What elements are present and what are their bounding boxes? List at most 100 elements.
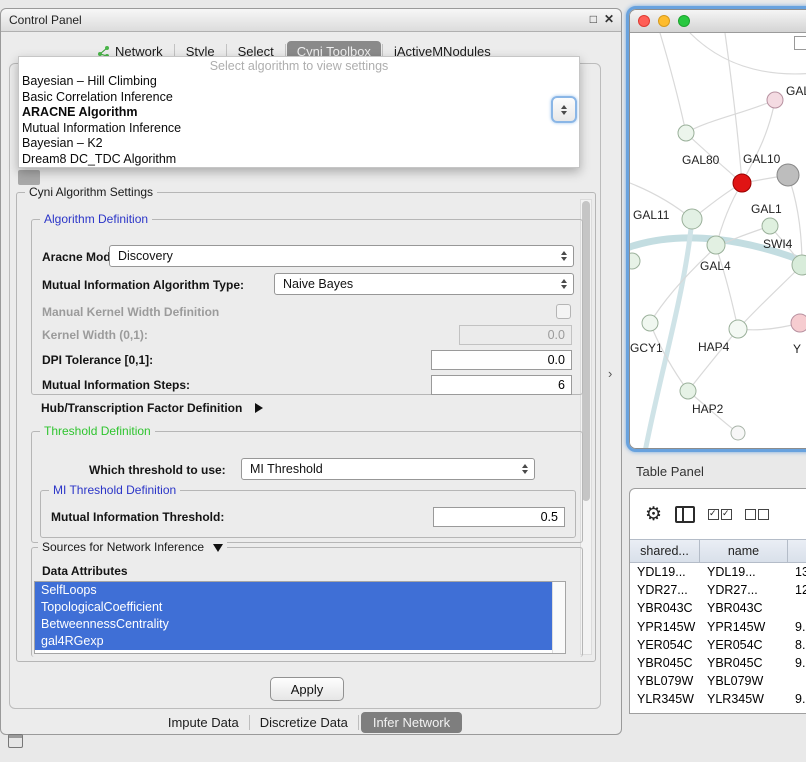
float-window-icon[interactable]: □ <box>590 12 597 26</box>
popup-option-highlighted[interactable]: ARACNE Algorithm <box>19 105 579 121</box>
sources-group: Sources for Network Inference Data Attri… <box>31 547 583 657</box>
screen: Control Panel □ ✕ Network Style <box>0 0 806 762</box>
column-header-shared-name[interactable]: shared... <box>630 540 700 562</box>
table-row[interactable]: YBL079W YBL079W <box>630 672 806 690</box>
network-canvas[interactable]: GAL GAL80 GAL10 GAL11 GAL1 SWI4 GAL4 GCY… <box>630 33 806 448</box>
algorithm-dropdown-popup: Select algorithm to view settings Bayesi… <box>18 56 580 168</box>
cell: 9. <box>788 620 806 634</box>
mi-steps-field[interactable]: 6 <box>431 375 572 395</box>
cell: YBR043C <box>700 601 788 615</box>
zoom-traffic-light[interactable] <box>678 15 690 27</box>
cell: 9. <box>788 656 806 670</box>
cell: YBR043C <box>630 601 700 615</box>
node-gal11[interactable] <box>682 209 702 229</box>
table-row[interactable]: YDL19... YDL19... 13 <box>630 563 806 581</box>
node-hap4[interactable] <box>729 320 747 338</box>
combo-value: Discovery <box>118 249 173 263</box>
table-row[interactable]: YER054C YER054C 8. <box>630 636 806 654</box>
cell: YBL079W <box>630 674 700 688</box>
cell: YPR145W <box>630 620 700 634</box>
table-row[interactable]: YLR345W YLR345W 9. <box>630 690 806 708</box>
table-row[interactable]: YBR043C YBR043C <box>630 599 806 617</box>
gear-icon[interactable]: ⚙ <box>645 505 662 524</box>
minimize-traffic-light[interactable] <box>658 15 670 27</box>
cell: YPR145W <box>700 620 788 634</box>
node-label: GAL <box>786 84 806 98</box>
control-panel-titlebar[interactable]: Control Panel □ ✕ <box>1 9 621 32</box>
kernel-width-field[interactable]: 0.0 <box>459 325 572 345</box>
table-row[interactable]: YBR045C YBR045C 9. <box>630 654 806 672</box>
network-window-titlebar[interactable] <box>630 10 806 33</box>
node-label: GAL1 <box>751 202 782 216</box>
birdseye-toggle[interactable] <box>794 36 806 50</box>
network-graph[interactable]: GAL GAL80 GAL10 GAL11 GAL1 SWI4 GAL4 GCY… <box>630 33 806 448</box>
tab-impute-data[interactable]: Impute Data <box>160 712 247 733</box>
table-row[interactable]: YIL052C YIL052C <box>630 709 806 715</box>
sources-toggle[interactable]: Sources for Network Inference <box>38 540 227 554</box>
node-pink[interactable] <box>767 92 783 108</box>
manual-kernel-checkbox[interactable] <box>556 304 571 319</box>
collapse-arrow-icon <box>213 544 223 552</box>
cell: YDR27... <box>630 583 700 597</box>
node-label: SWI4 <box>763 237 793 251</box>
close-traffic-light[interactable] <box>638 15 650 27</box>
edge-band <box>644 219 692 448</box>
list-item[interactable]: gal4RGexp <box>35 633 552 650</box>
mi-threshold-field[interactable]: 0.5 <box>433 507 565 527</box>
aracne-mode-select[interactable]: Discovery <box>109 245 574 267</box>
cell: YBR045C <box>700 656 788 670</box>
close-icon[interactable]: ✕ <box>604 12 614 26</box>
data-attributes-list[interactable]: SelfLoops TopologicalCoefficient Between… <box>34 581 566 654</box>
field-value: 0.0 <box>548 328 565 342</box>
hub-definition-toggle[interactable]: Hub/Transcription Factor Definition <box>41 399 263 417</box>
popup-placeholder[interactable]: Select algorithm to view settings <box>19 59 579 74</box>
popup-option[interactable]: Bayesian – Hill Climbing <box>19 74 579 90</box>
which-threshold-select[interactable]: MI Threshold <box>241 458 535 480</box>
node-gal10-red[interactable] <box>733 174 751 192</box>
dpi-tolerance-field[interactable]: 0.0 <box>431 350 572 370</box>
cell: 8. <box>788 638 806 652</box>
minimized-window-icon[interactable] <box>8 734 23 748</box>
node-gray[interactable] <box>777 164 799 186</box>
columns-icon[interactable] <box>675 506 695 523</box>
node-gal80[interactable] <box>678 125 694 141</box>
list-item[interactable]: SelfLoops <box>35 582 552 599</box>
scrollbar-thumb[interactable] <box>582 201 590 501</box>
column-header-partial[interactable] <box>788 540 806 562</box>
table-header-row: shared... name <box>630 539 806 563</box>
node-pink-right[interactable] <box>791 314 806 332</box>
expand-arrow-icon <box>255 403 263 413</box>
tab-infer-network[interactable]: Infer Network <box>361 712 462 733</box>
mi-type-select[interactable]: Naive Bayes <box>274 273 574 295</box>
node-gal4[interactable] <box>707 236 725 254</box>
popup-option[interactable]: Bayesian – K2 <box>19 136 579 152</box>
cell: YBL079W <box>700 674 788 688</box>
popup-option[interactable]: Mutual Information Inference <box>19 121 579 137</box>
popup-option[interactable]: Dream8 DC_TDC Algorithm <box>19 152 579 168</box>
list-scrollbar[interactable] <box>552 582 565 653</box>
mi-steps-label: Mutual Information Steps: <box>42 378 190 392</box>
panel-splitter-arrow[interactable]: › <box>608 366 612 381</box>
combo-focus-button[interactable] <box>551 96 577 123</box>
select-all-icon[interactable] <box>708 509 732 520</box>
apply-button[interactable]: Apply <box>270 677 344 701</box>
checked-box-icon <box>721 509 732 520</box>
combo-value: MI Threshold <box>250 462 323 476</box>
table-row[interactable]: YDR27... YDR27... 12 <box>630 581 806 599</box>
node-label: GAL80 <box>682 153 720 167</box>
list-item[interactable]: TopologicalCoefficient <box>35 599 552 616</box>
popup-option[interactable]: Basic Correlation Inference <box>19 90 579 106</box>
node-gcy1[interactable] <box>642 315 658 331</box>
tab-discretize-data[interactable]: Discretize Data <box>252 712 356 733</box>
node-hap2[interactable] <box>680 383 696 399</box>
list-item[interactable]: BetweennessCentrality <box>35 616 552 633</box>
node-gal1[interactable] <box>762 218 778 234</box>
table-row[interactable]: YPR145W YPR145W 9. <box>630 618 806 636</box>
network-window-frame: GAL GAL80 GAL10 GAL11 GAL1 SWI4 GAL4 GCY… <box>629 9 806 449</box>
cell: YLR345W <box>630 692 700 706</box>
node-bottom[interactable] <box>731 426 745 440</box>
deselect-all-icon[interactable] <box>745 509 769 520</box>
node-edge-left[interactable] <box>630 253 640 269</box>
column-header-name[interactable]: name <box>700 540 788 562</box>
mi-threshold-group: MI Threshold Definition Mutual Informati… <box>40 490 576 538</box>
